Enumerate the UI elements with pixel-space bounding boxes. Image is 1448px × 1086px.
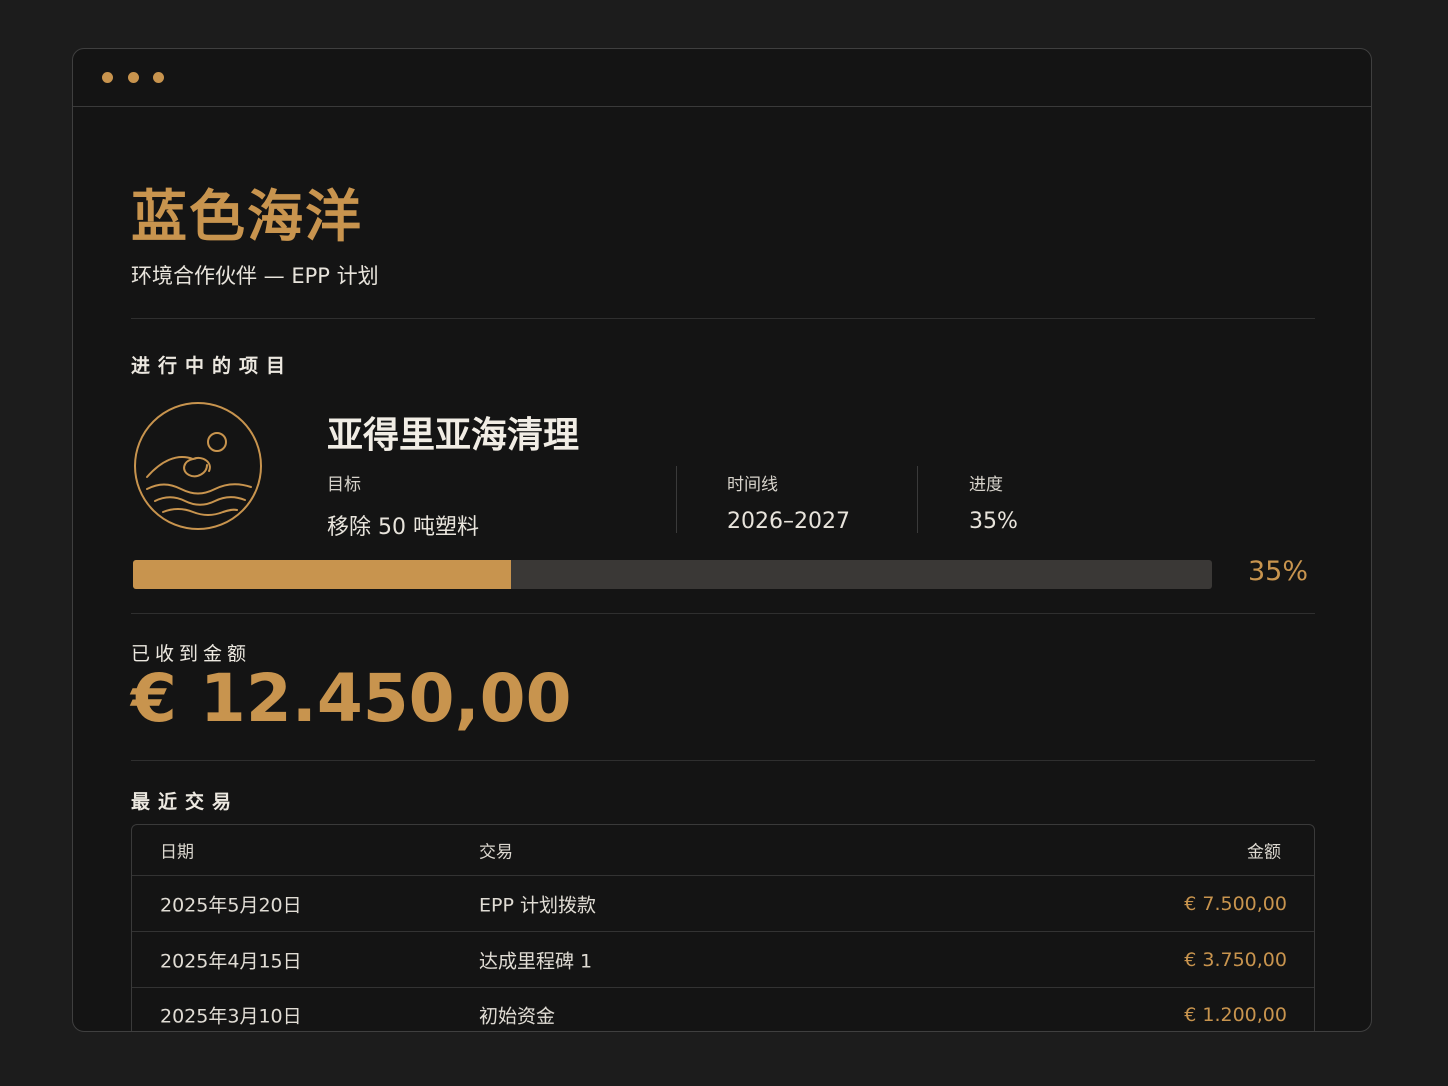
stat-divider bbox=[676, 466, 677, 533]
transaction-amount: € 3.750,00 bbox=[1184, 948, 1287, 971]
stat-progress-label: 进度 bbox=[969, 475, 1003, 495]
window-dot-1[interactable] bbox=[102, 72, 113, 83]
progress-bar-fill bbox=[133, 560, 511, 589]
received-amount: € 12.450,00 bbox=[131, 660, 572, 737]
stat-timeline-label: 时间线 bbox=[727, 475, 778, 495]
transaction-date: 2025年4月15日 bbox=[160, 950, 302, 972]
window-dot-3[interactable] bbox=[153, 72, 164, 83]
stat-progress-value: 35% bbox=[969, 509, 1018, 534]
stat-timeline-value: 2026–2027 bbox=[727, 509, 850, 534]
divider bbox=[131, 760, 1315, 761]
progress-bar bbox=[133, 560, 1212, 589]
progress-percent-text: 35% bbox=[1248, 556, 1309, 587]
section-label-recent-transactions: 最近交易 bbox=[131, 791, 240, 813]
stat-goal-value: 移除 50 吨塑料 bbox=[327, 515, 479, 540]
transaction-description: 达成里程碑 1 bbox=[479, 950, 593, 972]
stat-goal-label: 目标 bbox=[327, 475, 361, 495]
transaction-date: 2025年5月20日 bbox=[160, 894, 302, 916]
ocean-wave-icon bbox=[134, 402, 262, 530]
transaction-amount: € 1.200,00 bbox=[1184, 1004, 1287, 1026]
project-title: 亚得里亚海清理 bbox=[327, 415, 580, 456]
table-header-row: 日期 交易 金额 bbox=[132, 825, 1314, 875]
table-row[interactable]: 2025年4月15日 达成里程碑 1 € 3.750,00 bbox=[132, 931, 1314, 987]
stat-progress: 进度 35% bbox=[969, 470, 1018, 534]
section-label-active-projects: 进行中的项目 bbox=[131, 355, 294, 377]
table-row[interactable]: 2025年5月20日 EPP 计划拨款 € 7.500,00 bbox=[132, 875, 1314, 931]
transaction-description: EPP 计划拨款 bbox=[479, 894, 596, 916]
window-titlebar bbox=[73, 49, 1371, 107]
column-header-date[interactable]: 日期 bbox=[160, 838, 194, 863]
table-row[interactable]: 2025年3月10日 初始资金 € 1.200,00 bbox=[132, 987, 1314, 1031]
stat-divider bbox=[917, 466, 918, 533]
transaction-amount: € 7.500,00 bbox=[1184, 892, 1287, 915]
window-dot-2[interactable] bbox=[128, 72, 139, 83]
transaction-date: 2025年3月10日 bbox=[160, 1005, 302, 1028]
column-header-transaction[interactable]: 交易 bbox=[479, 838, 513, 863]
column-header-amount[interactable]: 金额 bbox=[1247, 838, 1281, 863]
transactions-table: 日期 交易 金额 2025年5月20日 EPP 计划拨款 € 7.500,00 … bbox=[131, 824, 1315, 1031]
transaction-description: 初始资金 bbox=[479, 1005, 556, 1028]
divider bbox=[131, 613, 1315, 614]
divider bbox=[131, 318, 1315, 319]
app-window: 蓝色海洋 环境合作伙伴 — EPP 计划 进行中的项目 亚得里亚海清理 目标 移… bbox=[72, 48, 1372, 1032]
stat-timeline: 时间线 2026–2027 bbox=[727, 470, 850, 534]
organization-subtitle: 环境合作伙伴 — EPP 计划 bbox=[131, 264, 379, 288]
organization-name: 蓝色海洋 bbox=[131, 185, 363, 250]
stat-goal: 目标 移除 50 吨塑料 bbox=[327, 470, 479, 541]
